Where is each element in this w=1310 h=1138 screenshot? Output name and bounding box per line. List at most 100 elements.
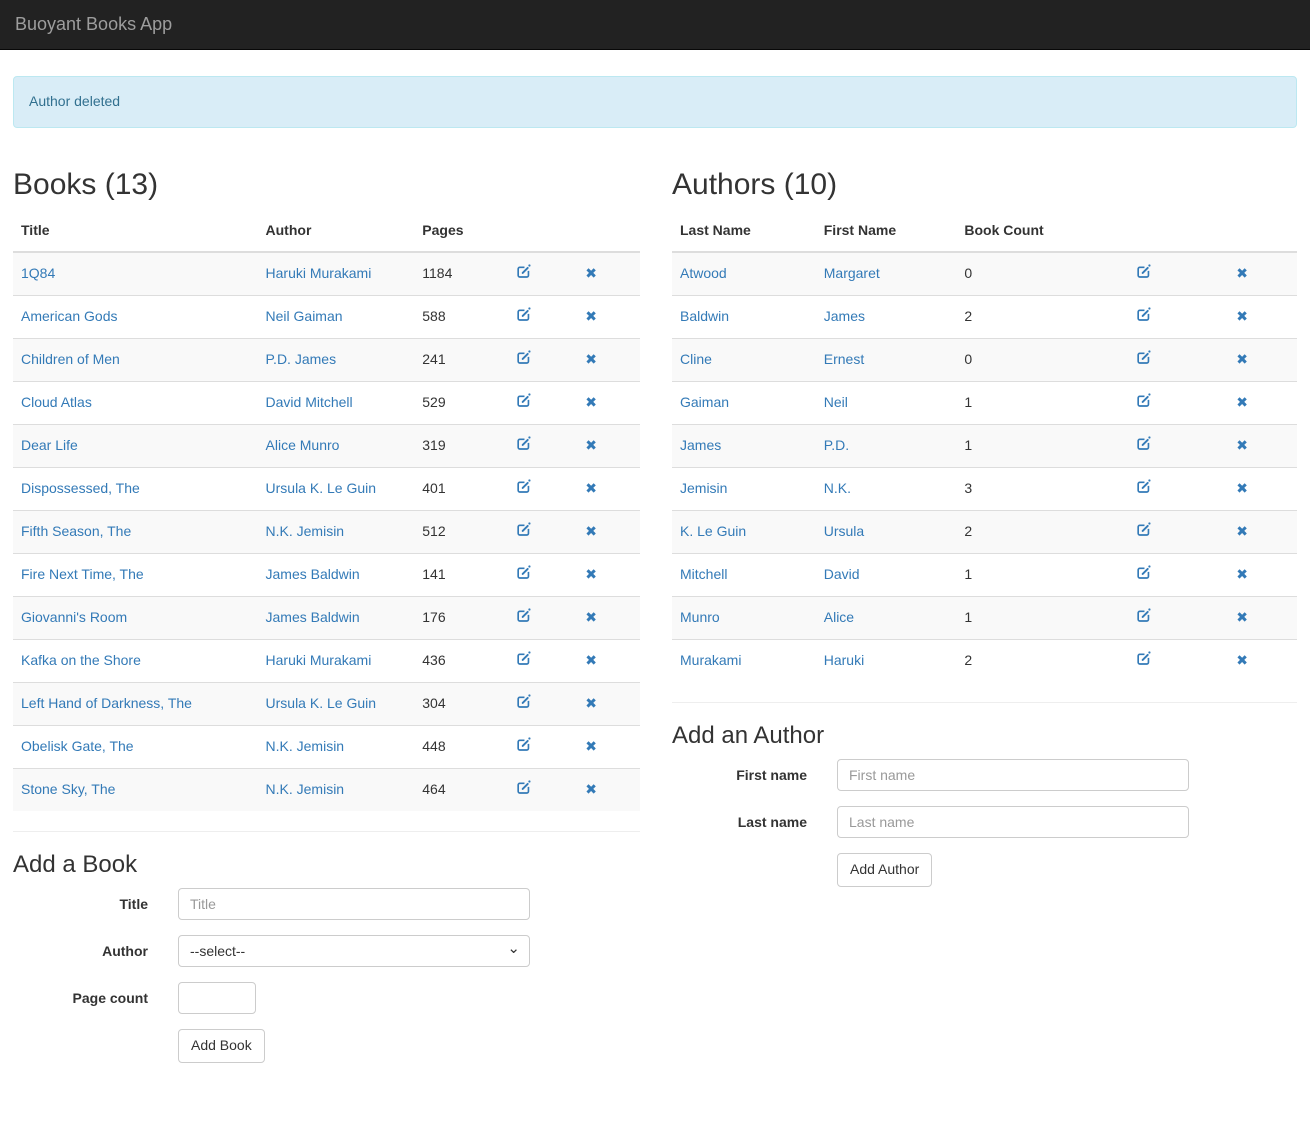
- edit-icon[interactable]: [1136, 521, 1151, 537]
- delete-icon[interactable]: ✖: [1236, 309, 1248, 323]
- edit-icon[interactable]: [516, 564, 531, 580]
- author-row-first-name-link[interactable]: Haruki: [824, 652, 864, 668]
- edit-icon[interactable]: [1136, 263, 1151, 279]
- delete-icon[interactable]: ✖: [1236, 567, 1248, 581]
- author-row-last-name-link[interactable]: Baldwin: [680, 308, 729, 324]
- delete-icon[interactable]: ✖: [585, 653, 597, 667]
- delete-icon[interactable]: ✖: [585, 782, 597, 796]
- book-row-author-link[interactable]: N.K. Jemisin: [266, 738, 345, 754]
- delete-icon[interactable]: ✖: [585, 524, 597, 538]
- delete-icon[interactable]: ✖: [585, 438, 597, 452]
- edit-icon[interactable]: [516, 306, 531, 322]
- author-row-last-name-link[interactable]: Jemisin: [680, 480, 727, 496]
- delete-icon[interactable]: ✖: [1236, 266, 1248, 280]
- edit-icon[interactable]: [516, 435, 531, 451]
- edit-icon[interactable]: [1136, 650, 1151, 666]
- book-row-title-link[interactable]: Giovanni's Room: [21, 609, 127, 625]
- book-row-title-link[interactable]: Left Hand of Darkness, The: [21, 695, 192, 711]
- delete-icon[interactable]: ✖: [585, 610, 597, 624]
- author-row-first-name-link[interactable]: David: [824, 566, 860, 582]
- delete-icon[interactable]: ✖: [1236, 524, 1248, 538]
- book-row-title-link[interactable]: Kafka on the Shore: [21, 652, 141, 668]
- book-row-author-link[interactable]: David Mitchell: [266, 394, 353, 410]
- author-row-first-name-link[interactable]: Alice: [824, 609, 854, 625]
- edit-icon[interactable]: [516, 478, 531, 494]
- edit-icon[interactable]: [516, 392, 531, 408]
- delete-icon[interactable]: ✖: [585, 567, 597, 581]
- author-row-first-name-link[interactable]: Ursula: [824, 523, 864, 539]
- book-row-author-link[interactable]: Ursula K. Le Guin: [266, 480, 377, 496]
- author-row-first-name-link[interactable]: P.D.: [824, 437, 849, 453]
- author-row-first-name-link[interactable]: Ernest: [824, 351, 864, 367]
- delete-icon[interactable]: ✖: [585, 696, 597, 710]
- book-row-author-link[interactable]: N.K. Jemisin: [266, 781, 345, 797]
- book-row-author-link[interactable]: Haruki Murakami: [266, 265, 372, 281]
- edit-icon[interactable]: [1136, 306, 1151, 322]
- author-row-last-name-link[interactable]: Gaiman: [680, 394, 729, 410]
- book-title-input[interactable]: [178, 888, 530, 920]
- author-row-last-name-link[interactable]: Munro: [680, 609, 720, 625]
- edit-icon[interactable]: [516, 349, 531, 365]
- delete-icon[interactable]: ✖: [585, 266, 597, 280]
- book-row-title-link[interactable]: Children of Men: [21, 351, 120, 367]
- author-row-first-name-link[interactable]: N.K.: [824, 480, 851, 496]
- book-row-title-link[interactable]: Dispossessed, The: [21, 480, 140, 496]
- author-row-first-name-link[interactable]: James: [824, 308, 865, 324]
- edit-icon[interactable]: [1136, 392, 1151, 408]
- edit-icon[interactable]: [516, 607, 531, 623]
- book-row-author-link[interactable]: Alice Munro: [266, 437, 340, 453]
- book-row-author-link[interactable]: P.D. James: [266, 351, 337, 367]
- delete-icon[interactable]: ✖: [1236, 610, 1248, 624]
- book-row-author-link[interactable]: James Baldwin: [266, 566, 360, 582]
- edit-icon[interactable]: [1136, 435, 1151, 451]
- book-row-title-link[interactable]: Dear Life: [21, 437, 78, 453]
- author-row-first-name-link[interactable]: Neil: [824, 394, 848, 410]
- edit-icon[interactable]: [1136, 607, 1151, 623]
- edit-icon[interactable]: [516, 779, 531, 795]
- author-row-last-name-link[interactable]: Murakami: [680, 652, 741, 668]
- book-row-author-link[interactable]: N.K. Jemisin: [266, 523, 345, 539]
- author-row-last-name-link[interactable]: K. Le Guin: [680, 523, 746, 539]
- author-row-last-name-link[interactable]: Mitchell: [680, 566, 727, 582]
- book-pagecount-input[interactable]: [178, 982, 256, 1014]
- delete-icon[interactable]: ✖: [1236, 352, 1248, 366]
- author-lastname-input[interactable]: [837, 806, 1189, 838]
- author-row-last-name-link[interactable]: Cline: [680, 351, 712, 367]
- delete-icon[interactable]: ✖: [585, 309, 597, 323]
- edit-icon[interactable]: [1136, 564, 1151, 580]
- edit-icon[interactable]: [516, 736, 531, 752]
- delete-icon[interactable]: ✖: [1236, 653, 1248, 667]
- add-book-button[interactable]: Add Book: [178, 1029, 265, 1063]
- author-row-last-name-link[interactable]: Atwood: [680, 265, 727, 281]
- author-firstname-input[interactable]: [837, 759, 1189, 791]
- add-author-button[interactable]: Add Author: [837, 853, 932, 887]
- author-row-last-name-link[interactable]: James: [680, 437, 721, 453]
- edit-icon[interactable]: [1136, 349, 1151, 365]
- book-row-title-link[interactable]: 1Q84: [21, 265, 55, 281]
- navbar-brand-link[interactable]: Buoyant Books App: [0, 0, 187, 49]
- delete-icon[interactable]: ✖: [585, 352, 597, 366]
- delete-icon[interactable]: ✖: [585, 739, 597, 753]
- delete-icon[interactable]: ✖: [585, 395, 597, 409]
- delete-icon[interactable]: ✖: [1236, 481, 1248, 495]
- edit-icon[interactable]: [516, 650, 531, 666]
- book-row-author-link[interactable]: James Baldwin: [266, 609, 360, 625]
- author-row-first-name-link[interactable]: Margaret: [824, 265, 880, 281]
- edit-icon[interactable]: [1136, 478, 1151, 494]
- book-row-author-link[interactable]: Ursula K. Le Guin: [266, 695, 377, 711]
- book-row-author-link[interactable]: Neil Gaiman: [266, 308, 343, 324]
- edit-icon[interactable]: [516, 693, 531, 709]
- edit-icon[interactable]: [516, 521, 531, 537]
- book-row-title-link[interactable]: Stone Sky, The: [21, 781, 115, 797]
- book-row-title-link[interactable]: Obelisk Gate, The: [21, 738, 134, 754]
- book-row-title-link[interactable]: Fire Next Time, The: [21, 566, 144, 582]
- book-row-title-link[interactable]: Cloud Atlas: [21, 394, 92, 410]
- delete-icon[interactable]: ✖: [1236, 395, 1248, 409]
- book-author-select[interactable]: --select--: [178, 935, 530, 967]
- delete-icon[interactable]: ✖: [585, 481, 597, 495]
- edit-icon[interactable]: [516, 263, 531, 279]
- delete-icon[interactable]: ✖: [1236, 438, 1248, 452]
- book-row-title-link[interactable]: American Gods: [21, 308, 117, 324]
- book-row-author-link[interactable]: Haruki Murakami: [266, 652, 372, 668]
- book-row-title-link[interactable]: Fifth Season, The: [21, 523, 131, 539]
